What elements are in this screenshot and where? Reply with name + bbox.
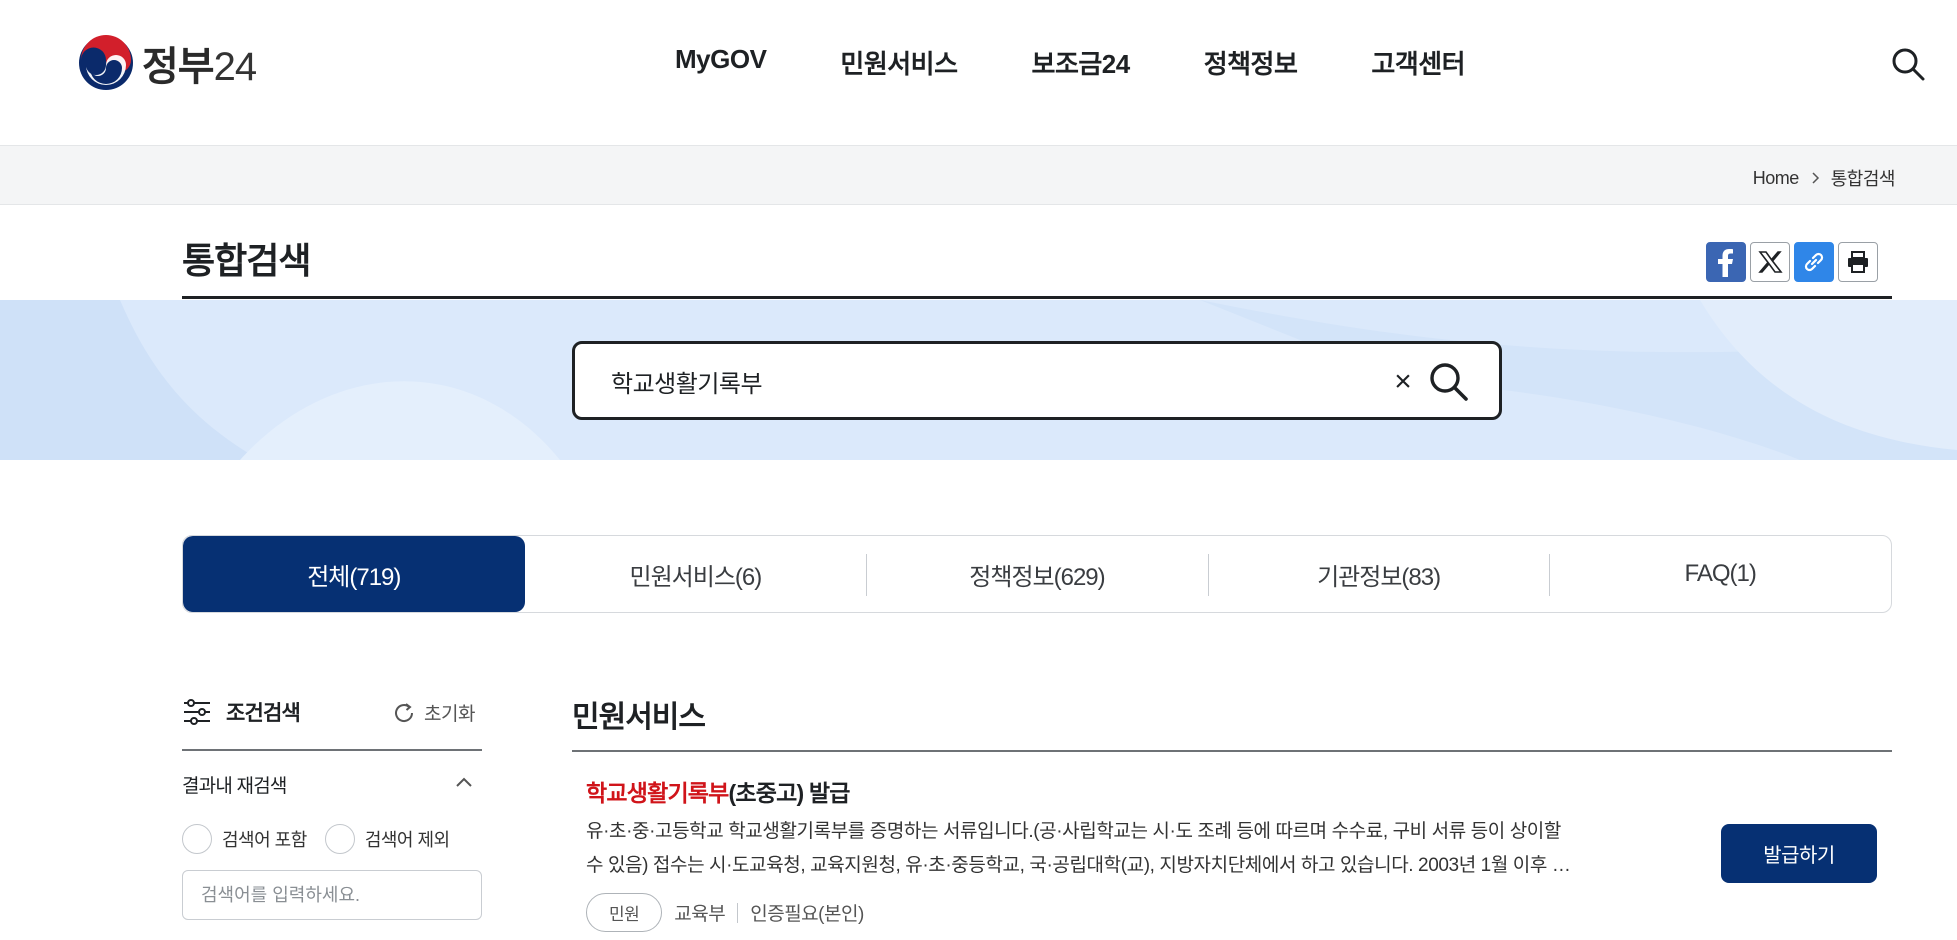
logo-number: 24 [213,45,257,89]
tab-faq[interactable]: FAQ(1) [1549,536,1891,612]
meta-divider [737,902,739,923]
filter-title: 조건검색 [182,697,301,727]
sliders-icon [184,699,210,725]
chevron-up-icon[interactable] [454,773,474,793]
x-twitter-icon[interactable] [1750,242,1790,282]
site-header: 정부24 MyGOV 민원서비스 보조금24 정책정보 고객센터 [0,0,1957,145]
breadcrumb-bar: Home 통합검색 [0,145,1957,205]
main-nav: MyGOV 민원서비스 보조금24 정책정보 고객센터 [675,44,1466,81]
filter-title-label: 조건검색 [226,702,301,725]
logo[interactable]: 정부24 [78,34,257,92]
filter-divider [182,749,482,751]
reset-button[interactable]: 초기화 [392,699,475,726]
share-buttons [1706,242,1878,282]
breadcrumb: Home 통합검색 [1753,165,1896,191]
tab-civil-service[interactable]: 민원서비스(6) [525,536,867,612]
search-icon[interactable] [1890,46,1926,82]
result-description: 유·초·중·고등학교 학교생활기록부를 증명하는 서류입니다.(공·사립학교는 … [586,815,1671,883]
result-agency: 교육부 [674,904,726,925]
result-title-rest: (초중고) 발급 [728,780,851,806]
facebook-icon[interactable] [1706,242,1746,282]
chevron-right-icon [1812,172,1819,184]
title-underline [182,296,1892,299]
refine-options: 검색어 포함 검색어 제외 [182,824,456,854]
reset-label: 초기화 [424,704,475,725]
result-auth: 인증필요(본인) [750,904,864,925]
link-icon[interactable] [1794,242,1834,282]
search-input[interactable] [611,364,1311,398]
result-description-line: 수 있음) 접수는 시·도교육청, 교육지원청, 유·초·중등학교, 국·공립대… [586,855,1571,876]
page-title: 통합검색 [182,240,311,281]
radio-circle[interactable] [324,824,355,854]
refine-search-input[interactable] [182,870,482,920]
tab-all[interactable]: 전체(719) [183,536,525,612]
radio-include[interactable]: 검색어 포함 [182,824,307,854]
logo-word: 정부 [142,45,215,89]
refine-search-title[interactable]: 결과내 재검색 [182,771,287,798]
result-tabs: 전체(719) 민원서비스(6) 정책정보(629) 기관정보(83) FAQ(… [182,535,1892,613]
nav-item-civil-service[interactable]: 민원서비스 [840,44,958,81]
section-title: 민원서비스 [572,701,706,734]
print-icon[interactable] [1838,242,1878,282]
result-description-line: 유·초·중·고등학교 학교생활기록부를 증명하는 서류입니다.(공·사립학교는 … [586,821,1561,842]
nav-item-mygov[interactable]: MyGOV [675,44,767,81]
refresh-icon [395,702,414,722]
radio-exclude-label: 검색어 제외 [364,830,450,850]
breadcrumb-home[interactable]: Home [1753,168,1800,189]
logo-text: 정부24 [142,34,257,92]
issue-button[interactable]: 발급하기 [1721,824,1877,883]
tab-agency[interactable]: 기관정보(83) [1207,536,1550,612]
search-box: × [572,341,1502,420]
search-submit-icon[interactable] [1427,360,1471,404]
clear-icon[interactable]: × [1385,364,1421,400]
taegeuk-logo-icon [79,35,133,90]
result-title-link[interactable]: 학교생활기록부(초중고) 발급 [586,774,850,808]
result-title-highlight: 학교생활기록부 [586,780,729,806]
radio-exclude[interactable]: 검색어 제외 [324,824,450,854]
breadcrumb-current: 통합검색 [1830,169,1896,189]
section-divider [572,750,1892,752]
radio-include-label: 검색어 포함 [222,830,307,850]
category-chip: 민원 [586,893,663,932]
tab-policy[interactable]: 정책정보(629) [866,536,1208,612]
nav-item-policy[interactable]: 정책정보 [1204,44,1298,81]
radio-circle[interactable] [182,824,212,854]
nav-item-subsidy[interactable]: 보조금24 [1032,44,1131,81]
nav-item-customer-center[interactable]: 고객센터 [1371,44,1465,81]
result-meta: 민원 교육부 인증필요(본인) [586,893,864,932]
